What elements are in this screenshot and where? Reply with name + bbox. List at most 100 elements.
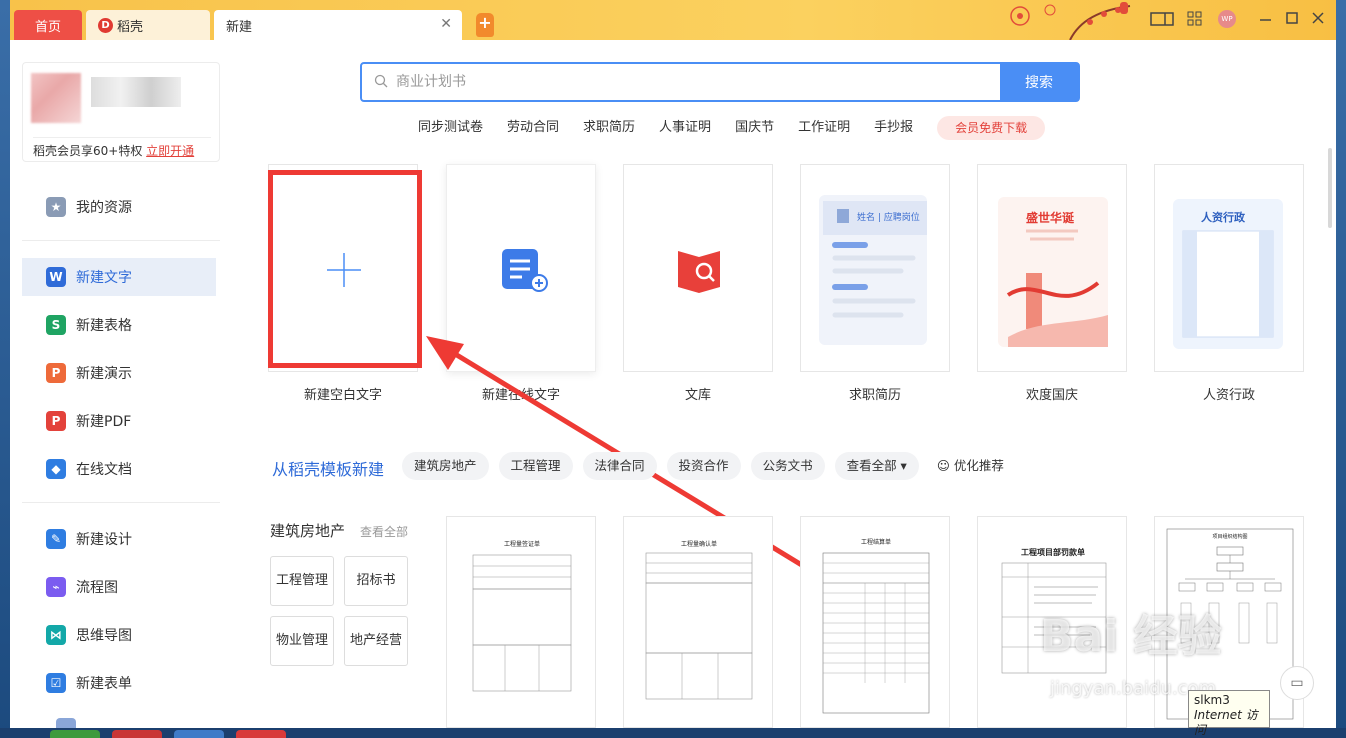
doc-preview (822, 552, 930, 714)
pdf-icon: P (46, 411, 66, 431)
sidebar-item-new-writer[interactable]: W 新建文字 (22, 258, 216, 296)
apps-grid-icon[interactable] (1186, 10, 1204, 28)
sidebar-item-label: 新建文字 (76, 270, 132, 286)
vip-text: 稻壳会员享60+特权 (33, 144, 143, 158)
view-all-chip[interactable]: 查看全部 ▾ (834, 452, 919, 480)
design-icon: ✎ (46, 529, 66, 549)
category-button[interactable]: 物业管理 (270, 616, 334, 666)
search-bar: 搜索 (360, 62, 1080, 102)
hot-tag[interactable]: 手抄报 (874, 116, 913, 140)
hot-tag[interactable]: 工作证明 (798, 116, 850, 140)
flowchart-icon: ⌁ (46, 577, 66, 597)
search-button[interactable]: 搜索 (1000, 64, 1078, 100)
sidebar-item-flowchart[interactable]: ⌁ 流程图 (22, 568, 216, 606)
tooltip-subtitle: Internet 访问 (1194, 708, 1258, 737)
close-tab-icon[interactable]: ✕ (440, 16, 452, 32)
category-button[interactable]: 招标书 (344, 556, 408, 606)
hot-tag[interactable]: 同步测试卷 (418, 116, 483, 140)
sidebar-item-my-resources[interactable]: ★ 我的资源 (22, 188, 216, 226)
minimize-icon[interactable] (1258, 10, 1274, 28)
chip[interactable]: 工程管理 (498, 452, 573, 480)
avatar[interactable] (31, 73, 81, 123)
optimize-recommend[interactable]: ☺ 优化推荐 (937, 452, 1004, 480)
vip-open-link[interactable]: 立即开通 (146, 144, 194, 158)
taskbar-item[interactable] (50, 730, 100, 738)
hot-tag[interactable]: 劳动合同 (507, 116, 559, 140)
doc-title: 工程结算单 (860, 539, 891, 546)
sidebar-item-label: 在线文档 (76, 462, 132, 478)
card-hr-admin[interactable]: 人资行政 (1154, 164, 1304, 372)
template-doc[interactable]: 工程量签证单 (446, 516, 596, 728)
divider (22, 502, 220, 503)
chip[interactable]: 法律合同 (582, 452, 657, 480)
doc-title: 工程量签证单 (503, 541, 540, 548)
title-bar: 首页 D 稻壳 新建 ✕ + WP (10, 0, 1336, 40)
chip[interactable]: 投资合作 (666, 452, 741, 480)
sidebar-item-label: 新建演示 (76, 366, 132, 382)
tab-home[interactable]: 首页 (14, 10, 82, 40)
category-button[interactable]: 工程管理 (270, 556, 334, 606)
tooltip: slkm3 Internet 访问 (1188, 690, 1270, 737)
chat-icon[interactable]: ▭ (1280, 666, 1314, 700)
chip[interactable]: 建筑房地产 (402, 452, 489, 480)
optimize-label: 优化推荐 (953, 458, 1004, 473)
hot-tags: 同步测试卷 劳动合同 求职简历 人事证明 国庆节 工作证明 手抄报 会员免费下载 (418, 116, 1046, 140)
doc-title: 项目组织结构图 (1212, 534, 1248, 540)
sidebar-item-new-form[interactable]: ☑ 新建表单 (22, 664, 216, 702)
card-label: 人资行政 (1202, 388, 1255, 403)
hot-tag[interactable]: 国庆节 (735, 116, 774, 140)
scrollbar[interactable] (1328, 148, 1332, 228)
avatar[interactable]: WP (1218, 10, 1236, 28)
search-input[interactable] (362, 64, 1000, 100)
hot-tag[interactable]: 人事证明 (659, 116, 711, 140)
tab-new-label: 新建 (226, 19, 253, 35)
category-button[interactable]: 地产经营 (344, 616, 408, 666)
tab-new[interactable]: 新建 ✕ (214, 10, 462, 40)
taskbar (0, 728, 1346, 738)
vip-promo: 稻壳会员享60+特权 立即开通 (33, 137, 211, 159)
hr-admin-preview-text: 人资行政 (1201, 211, 1245, 224)
presentation-icon: P (46, 363, 66, 383)
sidebar-item-new-sheet[interactable]: S 新建表格 (22, 306, 216, 344)
baidu-watermark: Bai 经验 (1040, 611, 1222, 662)
sidebar-item-new-presentation[interactable]: P 新建演示 (22, 354, 216, 392)
national-day-preview-text: 盛世华诞 (1026, 211, 1075, 225)
sidebar-item-mindmap[interactable]: ⋈ 思维导图 (22, 616, 216, 654)
desktop-right-edge (1336, 0, 1346, 738)
taskbar-item[interactable] (174, 730, 224, 738)
vip-download-pill[interactable]: 会员免费下载 (937, 116, 1046, 140)
add-tab-button[interactable]: + (476, 13, 494, 37)
template-doc[interactable]: 工程量确认单 (623, 516, 773, 728)
maximize-icon[interactable] (1284, 10, 1300, 28)
category-more-link[interactable]: 查看全部 (360, 523, 408, 540)
sidebar-item-label: 新建表格 (76, 318, 132, 334)
template-doc[interactable]: 工程结算单 (800, 516, 950, 728)
sidebar-item-label: 新建设计 (76, 532, 132, 548)
layout-icon[interactable] (1150, 10, 1176, 28)
hot-tag[interactable]: 求职简历 (583, 116, 635, 140)
search-icon (374, 74, 388, 88)
card-national-day[interactable]: 盛世华诞 (977, 164, 1127, 372)
resume-preview-text: 姓名 | 应聘岗位 (857, 213, 920, 223)
taskbar-item[interactable] (236, 730, 286, 738)
mindmap-icon: ⋈ (46, 625, 66, 645)
hr-admin-preview (1173, 199, 1283, 349)
card-label: 欢度国庆 (1025, 388, 1078, 403)
form-icon: ☑ (46, 673, 66, 693)
sidebar-item-new-design[interactable]: ✎ 新建设计 (22, 520, 216, 558)
tab-docer[interactable]: D 稻壳 (86, 10, 210, 40)
sidebar-item-label: 流程图 (76, 580, 118, 596)
taskbar-item[interactable] (112, 730, 162, 738)
username-blurred (91, 77, 181, 107)
sidebar-item-new-pdf[interactable]: P 新建PDF (22, 402, 216, 440)
tooltip-title: slkm3 (1194, 693, 1230, 707)
sidebar-item-online-doc[interactable]: ◆ 在线文档 (22, 450, 216, 488)
user-card: 稻壳会员享60+特权 立即开通 (22, 62, 220, 162)
writer-icon: W (46, 267, 66, 287)
category-title: 建筑房地产 (270, 522, 346, 540)
chip[interactable]: 公务文书 (750, 452, 825, 480)
close-window-icon[interactable] (1310, 10, 1326, 28)
templates-title[interactable]: 从稻壳模板新建 (272, 456, 384, 480)
sidebar-item-label: 思维导图 (76, 628, 132, 644)
highlight-box (268, 170, 422, 368)
